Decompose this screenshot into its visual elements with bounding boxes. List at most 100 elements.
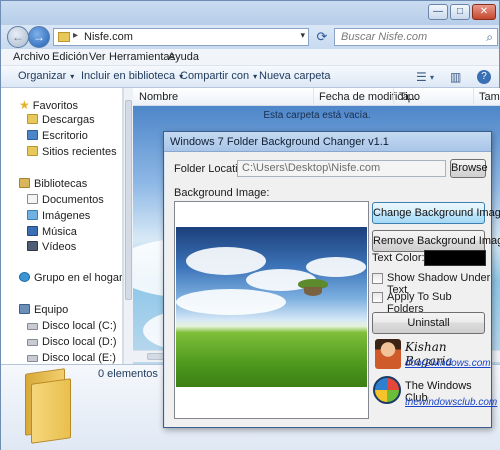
search-placeholder: Buscar Nisfe.com <box>341 31 428 43</box>
sidebar-item-label: Disco local (E:) <box>42 352 116 364</box>
disk-drive-icon <box>27 339 38 346</box>
folder-background-changer-dialog: Windows 7 Folder Background Changer v1.1… <box>163 131 500 428</box>
sidebar-item-downloads[interactable]: Descargas <box>27 114 95 126</box>
sidebar-item-disk-d[interactable]: Disco local (D:) <box>27 336 117 348</box>
browse-button[interactable]: Browse <box>450 159 488 178</box>
disk-drive-icon <box>27 355 38 362</box>
sidebar-item-libraries[interactable]: Bibliotecas <box>19 178 87 190</box>
search-input[interactable]: Buscar Nisfe.com ⌕ <box>334 28 498 46</box>
item-count: 0 elementos <box>98 368 158 380</box>
change-background-button[interactable]: Change Background Image <box>372 202 500 224</box>
address-bar[interactable]: ▸ Nisfe.com ▾ <box>53 28 309 46</box>
close-button[interactable]: ✕ <box>472 4 496 20</box>
column-divider[interactable] <box>313 88 314 106</box>
organize-chevron-down-icon: ▾ <box>70 72 75 81</box>
sidebar-item-homegroup[interactable]: Grupo en el hogar <box>19 272 123 284</box>
menu-ver[interactable]: Ver <box>89 51 106 63</box>
preview-pane-icon[interactable]: ▥ <box>450 70 461 84</box>
command-bar: Organizar ▾ Incluir en biblioteca ▾ Compar… <box>1 66 499 88</box>
sidebar-item-pictures[interactable]: Imágenes <box>27 210 90 222</box>
sidebar-item-desktop[interactable]: Escritorio <box>27 130 88 142</box>
videos-icon <box>27 241 38 251</box>
windows-logo-icon <box>373 376 401 404</box>
sidebar-item-disk-e[interactable]: Disco local (E:) <box>27 352 116 364</box>
sidebar-item-computer[interactable]: Equipo <box>19 304 68 316</box>
sidebar-item-label: Sitios recientes <box>42 146 117 158</box>
show-shadow-checkbox[interactable] <box>372 273 383 284</box>
apply-subfolders-checkbox[interactable] <box>372 292 383 303</box>
breadcrumb-current[interactable]: Nisfe.com <box>84 31 133 43</box>
author-link[interactable]: door2windows.com <box>405 358 491 369</box>
column-divider[interactable] <box>473 88 474 106</box>
sidebar-item-documents[interactable]: Documentos <box>27 194 104 206</box>
folder-location-field[interactable]: C:\Users\Desktop\Nisfe.com <box>237 160 446 177</box>
share-with-button[interactable]: Compartir con ▾ <box>180 70 257 82</box>
address-row: ← → ▸ Nisfe.com ▾ ⟳ Buscar Nisfe.com ⌕ <box>1 25 499 49</box>
column-divider[interactable] <box>393 88 394 106</box>
back-button[interactable]: ← <box>7 26 29 48</box>
sidebar-item-label: Imágenes <box>42 210 91 222</box>
author-avatar <box>375 339 401 369</box>
forward-button[interactable]: → <box>28 26 50 48</box>
include-library-button[interactable]: Incluir en biblioteca ▾ <box>81 70 183 82</box>
menu-bar: Archivo Edición Ver Herramientas Ayuda <box>1 49 499 66</box>
documents-icon <box>27 194 38 204</box>
organize-button[interactable]: Organizar ▾ <box>18 70 74 82</box>
column-size[interactable]: Tam <box>479 91 500 103</box>
menu-archivo[interactable]: Archivo <box>13 51 50 63</box>
share-chevron-down-icon: ▾ <box>253 72 258 81</box>
star-icon: ★ <box>19 98 30 112</box>
sidebar-item-label: Descargas <box>42 114 95 126</box>
folder-icon <box>58 32 70 42</box>
background-image-preview <box>176 227 367 387</box>
maximize-button[interactable]: □ <box>450 4 470 20</box>
column-header: Nombre Fecha de modifica... Tipo Tam <box>133 88 500 106</box>
sidebar-item-videos[interactable]: Vídeos <box>27 241 76 253</box>
menu-edicion[interactable]: Edición <box>52 51 88 63</box>
remove-background-button[interactable]: Remove Background Image <box>372 230 500 252</box>
sidebar-item-label: Disco local (D:) <box>42 336 117 348</box>
recent-places-icon <box>27 146 38 156</box>
sidebar-item-label: Favoritos <box>32 100 79 112</box>
help-icon[interactable]: ? <box>477 70 491 84</box>
new-folder-button[interactable]: Nueva carpeta <box>259 70 331 82</box>
dialog-body: Folder Location: C:\Users\Desktop\Nisfe.… <box>165 152 500 427</box>
background-image-preview-box <box>174 201 369 419</box>
libraries-icon <box>19 178 30 188</box>
menu-ayuda[interactable]: Ayuda <box>168 51 199 63</box>
refresh-icon[interactable]: ⟳ <box>313 28 331 46</box>
homegroup-icon <box>19 272 30 282</box>
sidebar-item-label: Grupo en el hogar <box>34 272 123 284</box>
column-name[interactable]: Nombre <box>139 91 178 103</box>
uninstall-button[interactable]: Uninstall <box>372 312 485 334</box>
music-icon <box>27 226 38 236</box>
sidebar-item-label: Escritorio <box>42 130 88 142</box>
column-type[interactable]: Tipo <box>399 91 420 103</box>
view-chevron-down-icon[interactable]: ▾ <box>430 73 434 82</box>
minimize-button[interactable]: — <box>428 4 448 20</box>
sidebar-item-favorites[interactable]: ★ Favoritos <box>19 98 78 112</box>
sidebar-item-label: Vídeos <box>42 241 77 253</box>
large-folder-icon <box>21 368 73 444</box>
sidebar-item-disk-c[interactable]: Disco local (C:) <box>27 320 117 332</box>
pictures-icon <box>27 210 38 220</box>
text-color-swatch[interactable] <box>424 250 486 266</box>
navigation-scrollbar[interactable] <box>123 88 133 364</box>
club-link[interactable]: thewindowsclub.com <box>405 397 497 408</box>
sidebar-item-music[interactable]: Música <box>27 226 77 238</box>
address-dropdown-icon[interactable]: ▾ <box>300 30 305 41</box>
menu-herramientas[interactable]: Herramientas <box>109 51 175 63</box>
sidebar-item-recent[interactable]: Sitios recientes <box>27 146 117 158</box>
scrollbar-thumb[interactable] <box>125 100 132 300</box>
sidebar-item-label: Bibliotecas <box>34 178 88 190</box>
sidebar-item-label: Disco local (C:) <box>42 320 117 332</box>
dialog-title: Windows 7 Folder Background Changer v1.1 <box>170 136 389 148</box>
navigation-pane: ★ Favoritos Descargas Escritorio Sitios r… <box>1 88 123 364</box>
sidebar-item-label: Música <box>42 226 77 238</box>
organize-label: Organizar <box>18 70 67 82</box>
breadcrumb-separator-icon[interactable]: ▸ <box>73 30 78 41</box>
view-options-icon[interactable]: ☰ <box>416 70 427 84</box>
desktop-icon <box>27 130 38 140</box>
dialog-titlebar: Windows 7 Folder Background Changer v1.1 <box>164 132 491 152</box>
search-icon[interactable]: ⌕ <box>486 30 493 45</box>
